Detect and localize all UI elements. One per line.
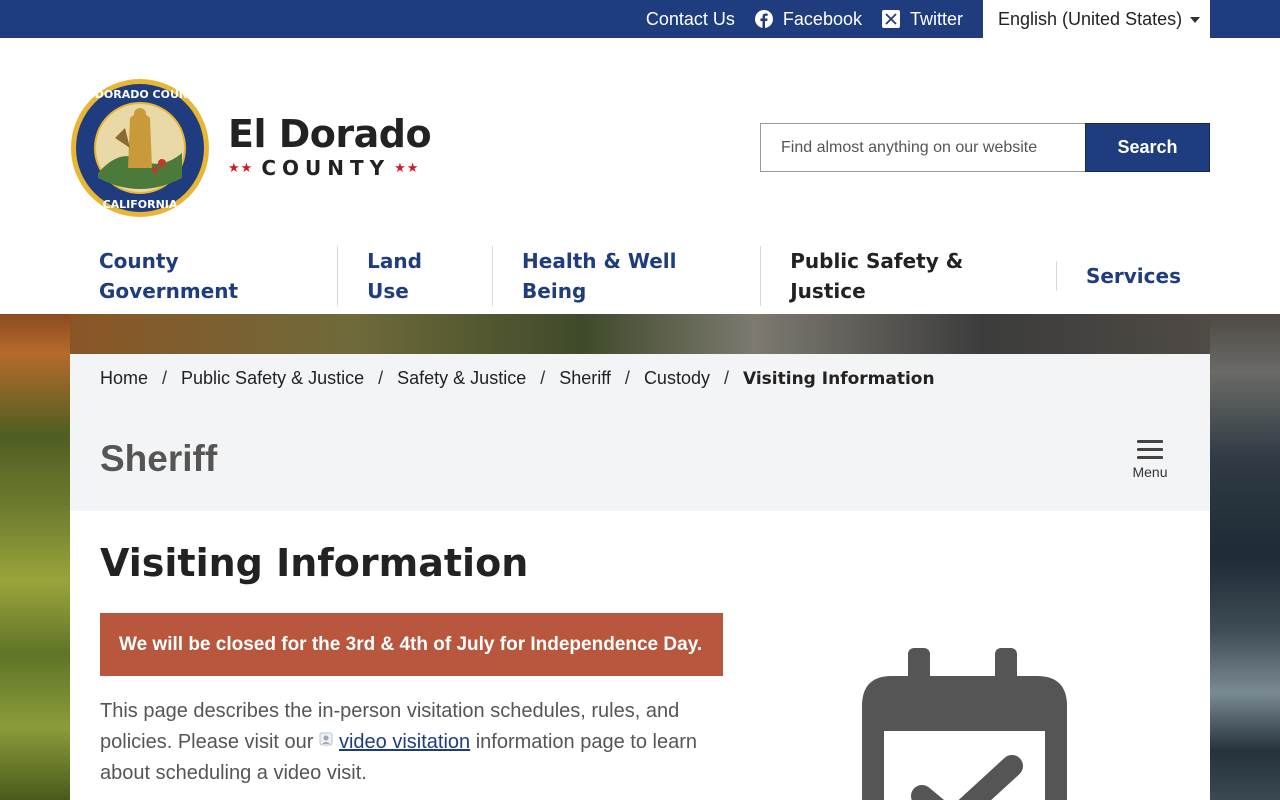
brand-subline: ★★ COUNTY ★★	[228, 156, 431, 180]
nav-services[interactable]: Services	[1055, 261, 1210, 291]
page-title: Visiting Information	[100, 541, 529, 585]
twitter-link[interactable]: Twitter	[881, 8, 963, 30]
main-navigation: County Government Land Use Health & Well…	[70, 246, 1210, 306]
video-visitation-link[interactable]: video visitation	[339, 731, 470, 753]
facebook-label: Facebook	[782, 8, 862, 29]
hero-treeline	[70, 314, 1210, 354]
contact-us-label: Contact Us	[645, 8, 735, 29]
twitter-x-icon	[881, 10, 900, 28]
external-link-icon	[319, 732, 333, 746]
language-selected-value: English (United States)	[998, 8, 1183, 29]
star-left-icon: ★★	[228, 160, 254, 175]
breadcrumb-sheriff[interactable]: Sheriff	[559, 368, 611, 389]
brand-county: COUNTY	[261, 156, 391, 180]
nav-county-government[interactable]: County Government	[70, 246, 337, 306]
menu-label: Menu	[1132, 464, 1168, 480]
language-select[interactable]: English (United States)	[983, 0, 1210, 38]
breadcrumb-custody[interactable]: Custody	[644, 368, 710, 389]
star-right-icon: ★★	[394, 160, 420, 175]
twitter-label: Twitter	[909, 8, 963, 29]
chevron-down-icon	[1190, 17, 1200, 23]
breadcrumb-safety-justice[interactable]: Safety & Justice	[397, 368, 526, 389]
nav-land-use[interactable]: Land Use	[337, 246, 492, 306]
top-utility-bar: Contact Us Facebook Twitter English (Uni…	[0, 0, 1280, 38]
hamburger-icon	[1130, 440, 1170, 459]
breadcrumb-home[interactable]: Home	[100, 368, 148, 389]
breadcrumb-public-safety-justice[interactable]: Public Safety & Justice	[181, 368, 364, 389]
main-content: Visiting Information We will be closed f…	[70, 511, 1210, 800]
county-seal-logo[interactable]: EL DORADO COUNTY CALIFORNIA	[70, 78, 210, 218]
intro-paragraph: This page describes the in-person visita…	[100, 696, 730, 789]
brand-wordmark[interactable]: El Dorado ★★ COUNTY ★★	[228, 112, 432, 180]
calendar-check-icon	[862, 648, 1067, 800]
seal-bottom-text: CALIFORNIA	[103, 198, 178, 211]
breadcrumb-separator: /	[624, 368, 630, 388]
breadcrumb: Home / Public Safety & Justice / Safety …	[100, 368, 935, 389]
utility-links: Contact Us Facebook Twitter English (Uni…	[646, 0, 1210, 38]
section-title: Sheriff	[100, 438, 218, 479]
search-input[interactable]	[760, 123, 1085, 172]
facebook-link[interactable]: Facebook	[754, 8, 862, 30]
section-menu-button[interactable]: Menu	[1130, 440, 1170, 480]
contact-us-link[interactable]: Contact Us	[646, 9, 735, 30]
seal-top-text: EL DORADO COUNTY	[76, 88, 204, 101]
closure-alert: We will be closed for the 3rd & 4th of J…	[100, 613, 723, 676]
hero-lake-waves	[1210, 314, 1280, 800]
nav-public-safety-justice[interactable]: Public Safety & Justice	[760, 246, 1056, 306]
site-search: Search	[760, 123, 1210, 172]
nav-health-well-being[interactable]: Health & Well Being	[492, 246, 760, 306]
hero-foliage	[0, 314, 70, 800]
breadcrumb-current: Visiting Information	[743, 368, 935, 389]
breadcrumb-separator: /	[378, 368, 384, 388]
facebook-icon	[754, 10, 773, 28]
section-header-panel: Home / Public Safety & Justice / Safety …	[70, 354, 1210, 511]
search-button[interactable]: Search	[1085, 123, 1210, 172]
brand-name: El Dorado	[228, 112, 432, 156]
breadcrumb-separator: /	[540, 368, 546, 388]
breadcrumb-separator: /	[162, 368, 168, 388]
breadcrumb-separator: /	[723, 368, 729, 388]
